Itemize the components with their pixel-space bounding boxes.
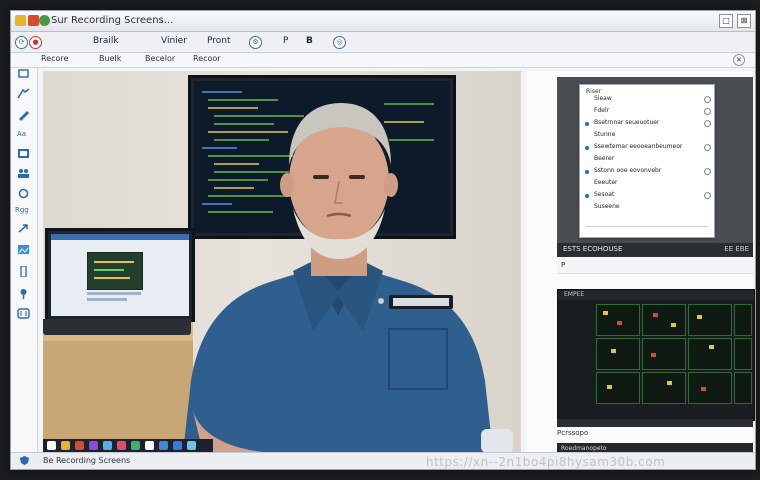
minimize-button[interactable]: □ [719, 14, 733, 28]
dashboard-toolbar: EMPEE [558, 290, 754, 300]
dialog-row[interactable]: Stunne [594, 132, 615, 138]
toolbar-item-2[interactable]: Vinier [161, 35, 187, 48]
dialog-row[interactable]: Beerer [594, 156, 614, 162]
circle-tool-icon[interactable] [17, 188, 30, 199]
dialog-row[interactable]: Bsetrnnar seueuotuer [594, 120, 659, 126]
window-title: Sur Recording Screens... [51, 15, 174, 26]
url-watermark: https://xn--2n1bo4pi8hysam30b.com [426, 455, 666, 469]
dialog-row[interactable]: Suseene [594, 204, 620, 210]
pen-tool-icon[interactable] [17, 110, 30, 121]
preview-lower-strip-text: Roedmanopeto [561, 445, 607, 452]
preview-header: ESTS ECOHOUSE EE EBE [557, 243, 753, 257]
dashboard-cell[interactable] [734, 338, 752, 370]
people-icon[interactable] [17, 168, 30, 179]
frame-tool-icon[interactable] [17, 148, 30, 159]
dialog-footer [586, 226, 708, 235]
toolbar-item-5[interactable]: B [306, 35, 313, 48]
preview-header-value: EE EBE [724, 245, 749, 253]
shield-icon [20, 456, 29, 465]
toolbar-item-4[interactable]: P [283, 35, 288, 48]
menu-item-1[interactable]: Recore [41, 54, 68, 63]
laptop-chart [87, 252, 143, 290]
dialog-radio[interactable] [704, 108, 711, 115]
dashboard-cell[interactable] [642, 304, 686, 336]
dashboard-footer [557, 419, 753, 427]
toolbar-item-3[interactable]: Pront [207, 35, 231, 48]
refresh-icon[interactable]: ⟳ [15, 36, 28, 49]
dialog-row[interactable]: Sesoat [594, 192, 614, 198]
record-icon[interactable]: ● [29, 36, 42, 49]
dialog-row[interactable]: Sstonn ooe eovonvebr [594, 168, 661, 174]
app-icon-tertiary [39, 15, 50, 26]
dialog-radio[interactable] [704, 96, 711, 103]
panel-close-icon[interactable]: × [733, 54, 745, 66]
dialog-row[interactable]: Fdelr [594, 108, 609, 114]
sidebar-label: Rgg [15, 206, 29, 214]
dialog-row[interactable]: Sieaw [594, 96, 612, 102]
dashboard-cell[interactable] [688, 338, 732, 370]
settings-dialog: Riser Sieaw Fdelr Bsetrnnar seueuotuer S… [579, 84, 715, 238]
dialog-radio[interactable] [704, 144, 711, 151]
dashboard-cell[interactable] [596, 304, 640, 336]
draw-tool-icon[interactable] [17, 88, 30, 99]
menu-item-3[interactable]: Becelor [145, 54, 175, 63]
presenter-person [183, 103, 513, 453]
toolbar-item-1[interactable]: Brailk [93, 35, 119, 48]
preview-substrip: P [557, 257, 753, 274]
toolbar: ⟳ ● Brailk Vinier Pront ⚙ P B ◎ [11, 32, 755, 53]
arrow-tool-icon[interactable] [17, 223, 30, 234]
dialog-row[interactable]: Eeeuter [594, 180, 618, 186]
menu-item-4[interactable]: Recoor [193, 54, 221, 63]
dialog-bullet-icon [585, 194, 589, 198]
dialog-row[interactable]: Ssewtemar eeooeanbeumeor [594, 144, 682, 150]
dialog-bullet-icon [585, 122, 589, 126]
image-tool-icon[interactable] [17, 244, 30, 255]
tool-sidebar: Aa Rgg [11, 68, 38, 453]
text-tool-icon[interactable]: Aa [17, 130, 30, 141]
dialog-radio[interactable] [704, 168, 711, 175]
title-bar: Sur Recording Screens... □ ⊠ [11, 11, 755, 32]
status-text: Be Recording Screens [43, 456, 131, 465]
monitoring-dashboard[interactable]: EMPEE [557, 289, 755, 421]
settings-icon[interactable]: ⚙ [249, 36, 262, 49]
dialog-title: Riser [586, 88, 602, 95]
app-window: Sur Recording Screens... □ ⊠ ⟳ ● Brailk … [10, 10, 756, 470]
dashboard-cell[interactable] [688, 372, 732, 404]
preview-header-title: ESTS ECOHOUSE [563, 245, 623, 253]
preview-substrip-text: P [561, 261, 566, 269]
dialog-bullet-icon [585, 146, 589, 150]
app-icon-secondary [28, 15, 39, 26]
pin-icon[interactable] [17, 288, 30, 299]
select-tool-icon[interactable] [17, 68, 30, 79]
dialog-radio[interactable] [704, 120, 711, 127]
globe-icon[interactable]: ◎ [333, 36, 346, 49]
dashboard-title: EMPEE [564, 291, 585, 298]
dashboard-cell[interactable] [734, 372, 752, 404]
right-preview-panel: Riser Sieaw Fdelr Bsetrnnar seueuotuer S… [527, 71, 755, 455]
dashboard-cell[interactable] [642, 372, 686, 404]
dashboard-cell[interactable] [596, 338, 640, 370]
dashboard-cell[interactable] [688, 304, 732, 336]
menu-bar: Recore Buelk Becelor Recoor × [11, 53, 755, 68]
preview-lower-label: Pcrssopo [557, 429, 589, 437]
dashboard-cell[interactable] [642, 338, 686, 370]
dialog-bullet-icon [585, 170, 589, 174]
layers-icon[interactable] [17, 308, 30, 319]
dialog-radio[interactable] [704, 192, 711, 199]
recorded-video-frame[interactable] [43, 71, 521, 453]
dashboard-cell[interactable] [596, 372, 640, 404]
dashboard-cell[interactable] [734, 304, 752, 336]
video-taskbar [43, 439, 213, 453]
phone-icon[interactable] [17, 266, 30, 277]
menu-item-2[interactable]: Buelk [99, 54, 121, 63]
app-icon [15, 15, 26, 26]
close-button[interactable]: ⊠ [737, 14, 751, 28]
